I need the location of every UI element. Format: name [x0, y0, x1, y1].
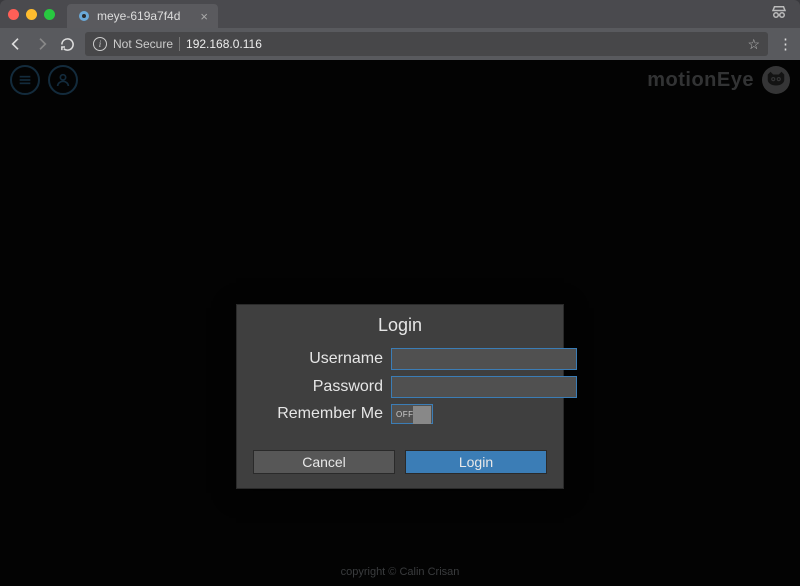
login-button[interactable]: Login	[405, 450, 547, 474]
user-button[interactable]	[48, 65, 78, 95]
hamburger-menu-button[interactable]	[10, 65, 40, 95]
close-window-button[interactable]	[8, 9, 19, 20]
back-button[interactable]	[8, 36, 24, 52]
browser-menu-button[interactable]: ⋮	[778, 35, 792, 53]
remember-label: Remember Me	[253, 405, 383, 423]
not-secure-label: Not Secure	[113, 37, 173, 51]
window-controls	[8, 9, 67, 20]
tab-title: meye-619a7f4d	[97, 9, 180, 23]
minimize-window-button[interactable]	[26, 9, 37, 20]
cancel-button[interactable]: Cancel	[253, 450, 395, 474]
fullscreen-window-button[interactable]	[44, 9, 55, 20]
browser-chrome: meye-619a7f4d × i Not Secure 192.168.0.1…	[0, 0, 800, 60]
separator	[179, 37, 180, 51]
titlebar: meye-619a7f4d ×	[0, 0, 800, 28]
reload-button[interactable]	[60, 37, 75, 52]
login-dialog: Login Username Password Remember Me OFF …	[236, 304, 564, 489]
switch-knob	[413, 406, 431, 424]
password-input[interactable]	[391, 376, 577, 398]
password-label: Password	[253, 378, 383, 396]
username-label: Username	[253, 350, 383, 368]
forward-button	[34, 36, 50, 52]
tab-close-icon[interactable]: ×	[200, 9, 208, 24]
app-header: motionEye	[0, 60, 800, 100]
browser-toolbar: i Not Secure 192.168.0.116 ☆ ⋮	[0, 28, 800, 60]
browser-tab[interactable]: meye-619a7f4d ×	[67, 4, 218, 28]
incognito-icon	[770, 3, 788, 26]
dialog-body: Username Password Remember Me OFF	[237, 344, 563, 442]
brand: motionEye	[647, 66, 790, 94]
switch-off-label: OFF	[396, 410, 414, 419]
dialog-footer: Cancel Login	[237, 442, 563, 488]
brand-text: motionEye	[647, 69, 754, 92]
copyright-text: copyright © Calin Crisan	[0, 566, 800, 578]
url-text: 192.168.0.116	[186, 37, 262, 51]
bookmark-star-icon[interactable]: ☆	[747, 36, 760, 53]
username-input[interactable]	[391, 348, 577, 370]
brand-logo-icon	[762, 66, 790, 94]
site-info-icon[interactable]: i	[93, 37, 107, 51]
page-content: motionEye Login Username Password Rememb…	[0, 60, 800, 586]
address-bar[interactable]: i Not Secure 192.168.0.116 ☆	[85, 32, 768, 56]
tab-favicon	[77, 9, 91, 23]
dialog-title: Login	[237, 305, 563, 344]
remember-toggle[interactable]: OFF	[391, 404, 433, 424]
